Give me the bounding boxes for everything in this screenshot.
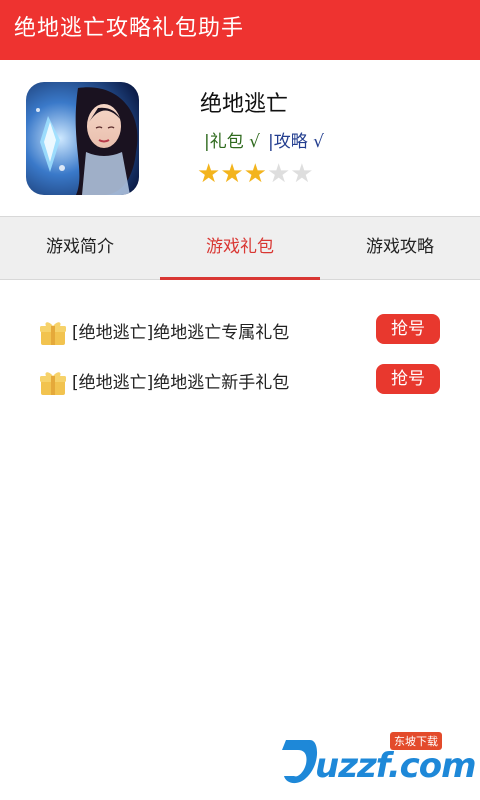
tab-guides[interactable]: 游戏攻略 [320,217,480,279]
game-art [26,82,139,195]
tab-intro[interactable]: 游戏简介 [0,217,160,279]
tab-bar: 游戏简介 游戏礼包 游戏攻略 [0,216,480,280]
star-icon: ★ [290,159,314,189]
gift-item[interactable]: [绝地逃亡]绝地逃亡新手礼包 抢号 [0,364,480,404]
tab-label: 游戏攻略 [366,237,434,257]
watermark-badge: 东坡下载 [390,732,442,750]
game-name: 绝地逃亡 [200,92,289,117]
gift-icon [40,372,66,395]
app-title: 绝地逃亡攻略礼包助手 [14,16,245,41]
tab-gifts[interactable]: 游戏礼包 [160,217,320,280]
tab-label: 游戏简介 [46,237,114,257]
tag-gift: |礼包 √ [204,132,260,152]
rating-stars: ★ ★ ★ ★ ★ [197,160,314,188]
star-icon: ★ [266,159,291,189]
app-header: 绝地逃亡攻略礼包助手 [0,0,480,60]
grab-button[interactable]: 抢号 [376,364,440,394]
gift-item[interactable]: [绝地逃亡]绝地逃亡专属礼包 抢号 [0,314,480,354]
grab-button[interactable]: 抢号 [376,314,440,344]
star-icon: ★ [220,159,244,189]
gift-name: [绝地逃亡]绝地逃亡专属礼包 [72,323,290,343]
tab-label: 游戏礼包 [206,237,274,257]
watermark-logo: uzzf.com 东坡下载 [280,732,477,792]
watermark-text: uzzf.com [315,746,477,786]
tag-guide: |攻略 √ [267,132,324,152]
game-icon[interactable] [26,82,139,195]
game-info: 绝地逃亡 |礼包 √ |攻略 √ ★ ★ ★ ★ ★ [0,60,480,216]
gift-name: [绝地逃亡]绝地逃亡新手礼包 [72,373,290,393]
gift-icon [40,322,66,345]
logo-swoosh-icon [282,740,318,784]
game-tags: |礼包 √ |攻略 √ [204,130,324,154]
star-icon: ★ [243,159,267,189]
star-icon: ★ [197,159,221,189]
